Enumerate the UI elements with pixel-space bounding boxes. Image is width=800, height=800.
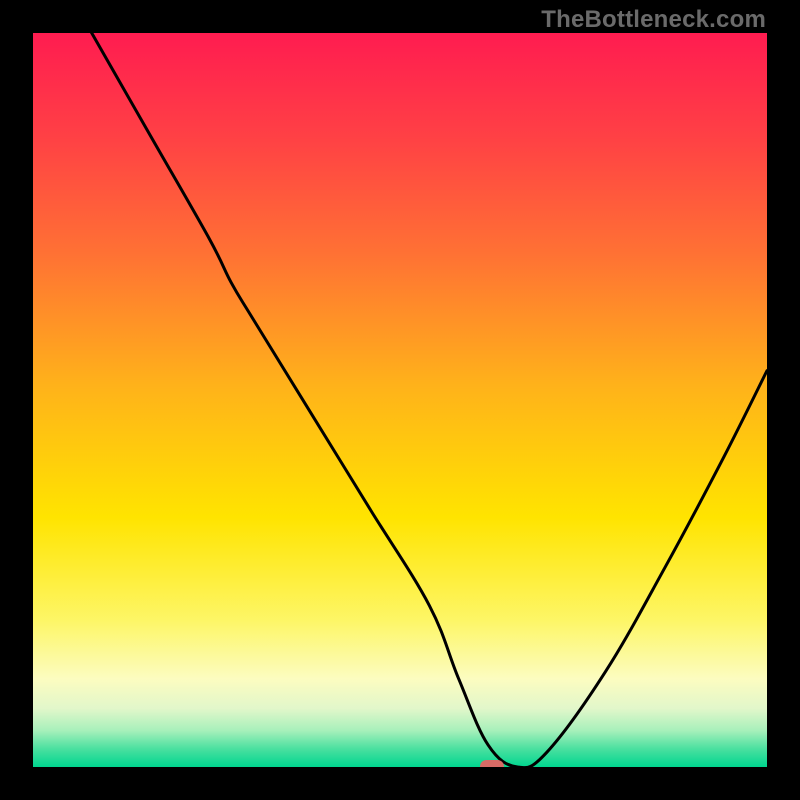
gradient-background [33, 33, 767, 767]
chart-plot-area [33, 33, 767, 767]
optimal-marker [480, 760, 504, 768]
chart-frame: TheBottleneck.com [0, 0, 800, 800]
gradient-rect [33, 33, 767, 767]
watermark-text: TheBottleneck.com [541, 6, 766, 34]
